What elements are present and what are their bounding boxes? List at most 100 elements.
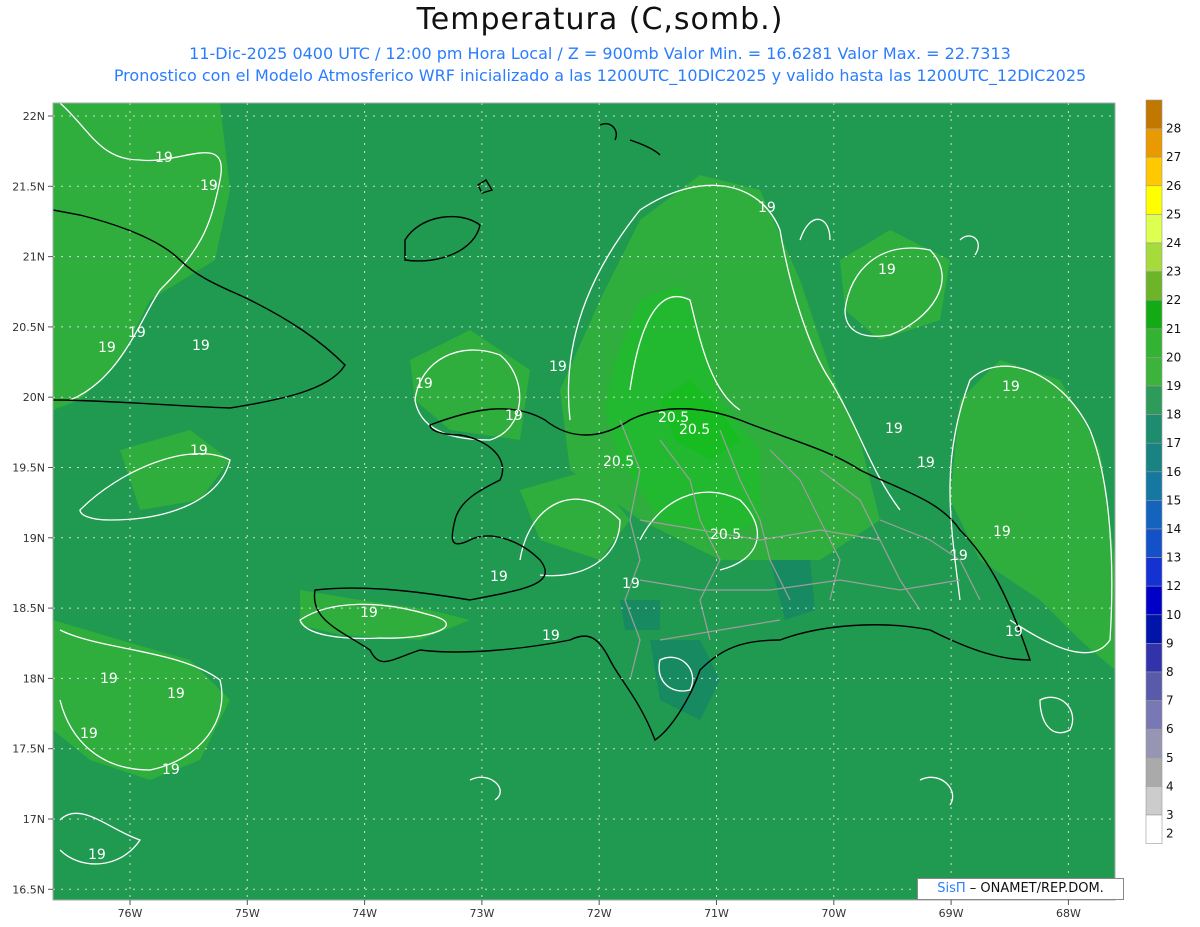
lat-tick-label: 19N: [23, 532, 45, 545]
colorbar-swatch: [1145, 614, 1163, 644]
temperature-map: 22N 21.5N 21N 20.5N 20N 19.5N 19N 18.5N 18N 17.5N…: [12, 99, 1181, 920]
colorbar-label: 8: [1166, 665, 1174, 679]
contour-label: 19: [98, 340, 116, 356]
lat-tick-label: 18N: [23, 672, 45, 685]
contour-label: 19: [80, 726, 98, 742]
colorbar-swatch: [1145, 156, 1163, 187]
colorbar-swatch: [1145, 528, 1163, 558]
contour-label: 19: [162, 762, 180, 778]
contour-label: 19: [155, 150, 173, 166]
contour-label: 19: [200, 178, 218, 194]
credit-box: SisΠ – ONAMET/REP.DOM.: [917, 878, 1124, 900]
lon-tick-label: 69W: [939, 907, 964, 920]
colorbar-label: 16: [1166, 465, 1181, 479]
colorbar-swatch: [1145, 242, 1163, 272]
lon-tick-label: 74W: [352, 907, 377, 920]
colorbar-label: 27: [1166, 150, 1181, 164]
colorbar-swatch: [1145, 557, 1163, 587]
colorbar-swatch: [1145, 99, 1163, 129]
colorbar-swatch: [1145, 471, 1163, 501]
colorbar-swatch: [1145, 414, 1163, 444]
lon-tick-label: 70W: [821, 907, 846, 920]
lon-tick-label: 68W: [1056, 907, 1081, 920]
colorbar-label: 5: [1166, 751, 1174, 765]
contour-label: 20.5: [603, 454, 634, 470]
colorbar-swatch: [1145, 500, 1163, 530]
colorbar-label: 4: [1166, 779, 1174, 793]
contour-label: 19: [360, 605, 378, 621]
colorbar-label: 13: [1166, 551, 1181, 565]
longitude-axis: 76W 75W 74W 73W 72W 71W 70W 69W 68W: [118, 900, 1081, 920]
colorbar-label: 6: [1166, 722, 1174, 736]
colorbar-swatch: [1145, 328, 1163, 358]
colorbar-label: 19: [1166, 379, 1181, 393]
contour-label: 19: [167, 686, 185, 702]
colorbar-label: 2: [1166, 827, 1174, 841]
colorbar-swatch: [1145, 185, 1163, 215]
colorbar-swatch: [1145, 357, 1163, 387]
colorbar-swatch: [1145, 385, 1163, 415]
contour-label: 19: [1002, 379, 1020, 395]
colorbar-label: 12: [1166, 579, 1181, 593]
colorbar-swatch: [1145, 757, 1163, 787]
colorbar-label: 14: [1166, 522, 1181, 536]
latitude-axis: 22N 21.5N 21N 20.5N 20N 19.5N 19N 18.5N 18N 17.5N…: [12, 110, 53, 896]
lat-tick-label: 16.5N: [12, 883, 45, 896]
lon-tick-label: 73W: [469, 907, 494, 920]
sisPi-logo: SisΠ: [937, 881, 966, 896]
contour-label: 19: [1005, 624, 1023, 640]
lat-tick-label: 21.5N: [12, 180, 45, 193]
colorbar-label: 20: [1166, 350, 1181, 364]
lat-tick-label: 20N: [23, 391, 45, 404]
colorbar-swatch: [1145, 700, 1163, 730]
contour-label: 19: [993, 524, 1011, 540]
colorbar-swatch: [1145, 271, 1163, 301]
colorbar-swatch: [1145, 128, 1163, 158]
colorbar-label: 3: [1166, 808, 1174, 822]
contour-label: 19: [917, 455, 935, 471]
contour-label: 19: [549, 359, 567, 375]
colorbar-label: 25: [1166, 207, 1181, 221]
colorbar-label: 9: [1166, 636, 1174, 650]
colorbar-swatch: [1145, 671, 1163, 701]
contour-label: 20.5: [679, 422, 710, 438]
colorbar-swatch: [1145, 814, 1163, 844]
colorbar: 2827262524232221201918171615141312109876…: [1145, 99, 1181, 844]
contour-label: 19: [505, 408, 523, 424]
contour-label: 20.5: [710, 527, 741, 543]
colorbar-swatch: [1145, 643, 1163, 673]
colorbar-label: 24: [1166, 236, 1181, 250]
colorbar-label: 21: [1166, 322, 1181, 336]
colorbar-label: 17: [1166, 436, 1181, 450]
colorbar-swatch: [1145, 585, 1163, 616]
colorbar-label: 28: [1166, 122, 1181, 136]
lon-tick-label: 72W: [587, 907, 612, 920]
lat-tick-label: 22N: [23, 110, 45, 123]
colorbar-swatch: [1145, 214, 1163, 244]
lat-tick-label: 17N: [23, 813, 45, 826]
colorbar-swatch: [1145, 728, 1163, 759]
credit-separator: –: [969, 881, 981, 896]
colorbar-label: 26: [1166, 179, 1181, 193]
contour-label: 19: [192, 338, 210, 354]
contour-label: 19: [622, 576, 640, 592]
credit-text: ONAMET/REP.DOM.: [980, 881, 1104, 896]
contour-label: 19: [100, 671, 118, 687]
colorbar-label: 23: [1166, 265, 1181, 279]
colorbar-label: 22: [1166, 293, 1181, 307]
colorbar-label: 10: [1166, 608, 1181, 622]
colorbar-label: 18: [1166, 408, 1181, 422]
lat-tick-label: 19.5N: [12, 462, 45, 475]
contour-label: 19: [128, 325, 146, 341]
contour-label: 19: [490, 569, 508, 585]
map-field: [53, 103, 1115, 900]
contour-label: 19: [542, 628, 560, 644]
colorbar-swatch: [1145, 786, 1163, 816]
lon-tick-label: 75W: [235, 907, 260, 920]
contour-label: 19: [190, 443, 208, 459]
contour-label: 19: [415, 376, 433, 392]
lat-tick-label: 18.5N: [12, 602, 45, 615]
lon-tick-label: 76W: [118, 907, 143, 920]
colorbar-label: 15: [1166, 493, 1181, 507]
lat-tick-label: 20.5N: [12, 321, 45, 334]
